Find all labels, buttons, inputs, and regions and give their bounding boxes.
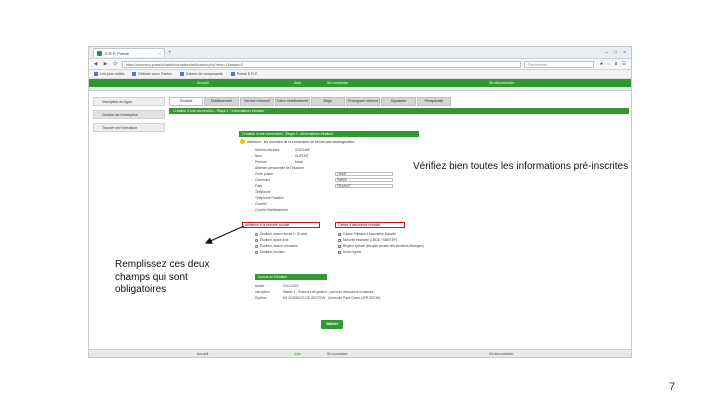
bookmark-icon xyxy=(179,72,184,76)
footer-se-deconnecter[interactable]: Se déconnecter xyxy=(489,352,514,356)
browser-tab[interactable]: E.R.P. Portail × xyxy=(93,48,165,57)
bookmark-icon xyxy=(132,72,137,76)
bookmark-star-icon[interactable]: ★ xyxy=(599,61,603,67)
close-tab-icon[interactable]: × xyxy=(159,51,161,56)
footer-aide[interactable]: Aide xyxy=(294,352,301,356)
maximize-icon[interactable]: □ xyxy=(614,50,617,56)
step-tab-etablissement[interactable]: Établissement xyxy=(204,97,239,106)
step-tab-stage[interactable]: Stage xyxy=(310,97,345,106)
footer-se-connecter[interactable]: Se connecter xyxy=(327,352,348,356)
checkbox-icon xyxy=(338,232,341,236)
affiliation-field-box[interactable]: Affiliation à la sécurité sociale xyxy=(242,222,320,228)
notice-text: Attention : les données de la convention… xyxy=(247,139,355,144)
top-menu-se-deconnecter[interactable]: Se déconnecter xyxy=(489,81,514,85)
radio-icon xyxy=(255,250,258,254)
caisse-choices: Caisse Primaire d'Assurance Maladie Mutu… xyxy=(338,231,424,255)
footer-accueil[interactable]: Accueil xyxy=(197,352,208,356)
sidebar-item-inscription[interactable]: Inscription en ligne xyxy=(93,97,165,106)
back-icon[interactable]: ◀ xyxy=(92,61,99,67)
choice-item[interactable]: Étudiant, boursier xyxy=(255,249,307,255)
radio-icon xyxy=(255,238,258,242)
radio-icon xyxy=(255,244,258,248)
new-tab-button[interactable]: + xyxy=(168,50,172,56)
callout-fill-fields: Remplissez ces deux champs qui sont obli… xyxy=(115,259,210,295)
step-tab-tuteur[interactable]: Tuteur établissement xyxy=(275,97,310,106)
sidebar-item-formation[interactable]: Trouver une formation xyxy=(93,123,165,132)
page-number: 7 xyxy=(669,381,676,393)
site-top-menu: Accueil Aide Se connecter Se déconnecter xyxy=(89,79,631,87)
radio-icon xyxy=(255,232,258,236)
bookmark-item[interactable]: Débuter avec Firefox xyxy=(132,72,172,76)
cursus-line: Diplôme M1 SCIENCES DE GESTION - Universi… xyxy=(255,296,381,300)
browser-navbar: ◀ ▶ ⟳ https://www.erp-portail.fr/web/ins… xyxy=(89,59,631,70)
checkbox-icon xyxy=(338,238,341,242)
browser-screenshot: E.R.P. Portail × + – □ × ◀ ▶ ⟳ https://w… xyxy=(88,46,632,358)
top-menu-accueil[interactable]: Accueil xyxy=(197,81,209,85)
warning-icon xyxy=(240,139,245,144)
step-tab-service-accueil[interactable]: Service d'accueil xyxy=(239,97,275,106)
bookmark-item[interactable]: Galerie de composants xyxy=(179,72,223,76)
checkbox-icon xyxy=(338,250,341,254)
close-window-icon[interactable]: × xyxy=(623,50,626,56)
form-header: Création d'une convention - Étape 1 : In… xyxy=(169,108,629,114)
step-tab-enseignant[interactable]: Enseignant référent xyxy=(345,97,381,106)
bookmark-item[interactable]: Portail E.R.P. xyxy=(230,72,258,76)
choice-item[interactable]: Autre régime xyxy=(338,249,424,255)
top-menu-aide[interactable]: Aide xyxy=(294,81,301,85)
validate-button[interactable]: Valider xyxy=(321,320,343,329)
menu-icon[interactable]: ☰ xyxy=(622,61,626,67)
minimize-icon[interactable]: – xyxy=(605,50,608,56)
download-icon[interactable]: ⬇ xyxy=(614,61,618,67)
url-bar[interactable]: https://www.erp-portail.fr/web/inscripti… xyxy=(122,60,522,68)
affiliation-choices: Étudiant, assuré social (+ 20 ans) Étudi… xyxy=(255,231,307,255)
toolbar-icons: ★ ⌂ ⬇ ☰ xyxy=(597,61,628,67)
bookmarks-bar: Les plus visités Débuter avec Firefox Ga… xyxy=(89,70,631,79)
tab-title: E.R.P. Portail xyxy=(105,50,129,56)
forward-icon[interactable]: ▶ xyxy=(102,61,109,67)
bookmark-icon xyxy=(230,72,235,76)
callout-verify: Vérifiez bien toutes les informations pr… xyxy=(413,161,629,172)
sidebar-item-gestion[interactable]: Gestion de l'entreprise xyxy=(93,110,165,119)
step-tab-recapitulatif[interactable]: Récapitulatif xyxy=(416,97,451,106)
caisse-field-box[interactable]: Caisse d'assurance maladie xyxy=(335,222,405,228)
bookmark-icon xyxy=(94,72,98,76)
slide: E.R.P. Portail × + – □ × ◀ ▶ ⟳ https://w… xyxy=(0,0,720,405)
form-line: Courriel établissement xyxy=(255,208,288,212)
reload-icon[interactable]: ⟳ xyxy=(112,61,119,67)
checkbox-icon xyxy=(338,244,341,248)
search-input[interactable]: Rechercher xyxy=(524,60,595,68)
top-menu-se-connecter[interactable]: Se connecter xyxy=(327,81,348,85)
student-info-lines: Numéro étudiant 21301469 Nom DUPONT Prénom… xyxy=(255,147,475,213)
browser-titlebar: E.R.P. Portail × + – □ × xyxy=(89,47,631,59)
step-tab-etudiant[interactable]: Étudiant xyxy=(169,97,204,106)
bookmark-item[interactable]: Les plus visités xyxy=(94,72,124,76)
site-footer: Accueil Aide Se connecter Se déconnecter xyxy=(89,349,631,357)
section-header: Création d'une convention - Étape 2 : in… xyxy=(239,131,419,137)
cursus-section: Année 2014-2015 Inscription Master 1 - Sci… xyxy=(255,283,381,301)
window-controls: – □ × xyxy=(605,50,631,56)
home-icon[interactable]: ⌂ xyxy=(607,61,610,67)
step-tab-signataire[interactable]: Signataire xyxy=(381,97,416,106)
cursus-header: Cursus de l'étudiant xyxy=(255,274,327,280)
sub-bar xyxy=(89,87,631,91)
favicon-icon xyxy=(97,50,102,56)
sidebar: Inscription en ligne Gestion de l'entrep… xyxy=(93,97,165,136)
step-tabs: Étudiant Établissement Service d'accueil… xyxy=(169,97,451,106)
notice: Attention : les données de la convention… xyxy=(240,139,354,144)
